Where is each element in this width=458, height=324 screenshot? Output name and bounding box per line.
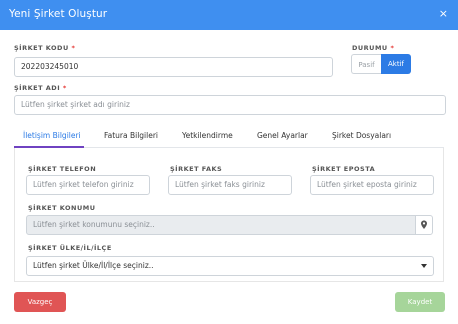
location-input[interactable]: Lütfen şirket konumunu seçiniz.. (26, 215, 416, 235)
status-toggle: Pasif Aktif (351, 54, 411, 74)
status-passive-button[interactable]: Pasif (351, 54, 381, 74)
save-button[interactable]: Kaydet (395, 292, 445, 312)
email-input[interactable]: Lütfen şirket eposta giriniz (310, 175, 434, 195)
create-company-modal: Yeni Şirket Oluştur × ŞİRKET KODU * 2022… (0, 0, 458, 324)
fax-label: ŞİRKET FAKS (170, 165, 223, 173)
modal-header: Yeni Şirket Oluştur × (0, 0, 458, 30)
close-icon[interactable]: × (439, 8, 448, 19)
cancel-button[interactable]: Vazgeç (14, 292, 66, 312)
country-select[interactable]: Lütfen şirket Ülke/İl/İlçe seçiniz.. (26, 256, 434, 276)
map-marker-icon (421, 220, 427, 229)
tab-bar: İletişim Bilgileri Fatura Bilgileri Yetk… (14, 127, 444, 147)
company-name-label: ŞİRKET ADI * (14, 84, 67, 92)
country-label: ŞİRKET ÜLKE/İL/İLÇE (28, 244, 112, 252)
tab-invoice[interactable]: Fatura Bilgileri (104, 131, 158, 140)
status-active-button[interactable]: Aktif (381, 54, 411, 74)
tab-company-files[interactable]: Şirket Dosyaları (332, 131, 391, 140)
phone-label: ŞİRKET TELEFON (28, 165, 97, 173)
modal-title: Yeni Şirket Oluştur (9, 8, 108, 20)
tab-general-settings[interactable]: Genel Ayarlar (257, 131, 308, 140)
tab-contact[interactable]: İletişim Bilgileri (23, 131, 81, 140)
phone-input[interactable]: Lütfen şirket telefon giriniz (26, 175, 150, 195)
fax-input[interactable]: Lütfen şirket faks giriniz (168, 175, 292, 195)
email-label: ŞİRKET EPOSTA (312, 165, 376, 173)
company-code-label: ŞİRKET KODU * (14, 44, 76, 52)
country-select-value: Lütfen şirket Ülke/İl/İlçe seçiniz.. (33, 261, 154, 270)
company-code-input[interactable]: 202203245010 (14, 57, 333, 77)
company-name-input[interactable]: Lütfen şirket şirket adı giriniz (14, 95, 446, 115)
status-label: DURUMU * (352, 44, 395, 52)
map-marker-button[interactable] (415, 215, 433, 235)
tab-authorization[interactable]: Yetkilendirme (182, 131, 233, 140)
location-label: ŞİRKET KONUMU (28, 204, 96, 212)
chevron-down-icon (421, 264, 427, 268)
